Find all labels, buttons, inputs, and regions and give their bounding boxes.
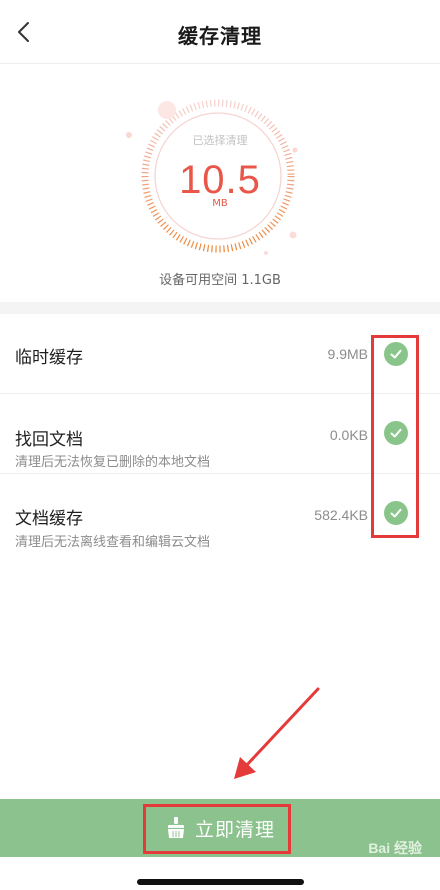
item-title: 临时缓存 — [15, 348, 83, 368]
check-icon — [390, 508, 402, 518]
item-title: 文档缓存 — [15, 509, 83, 529]
item-title: 找回文档 — [15, 430, 83, 450]
check-icon — [390, 349, 402, 359]
clean-now-label: 立即清理 — [194, 818, 275, 841]
item-description: 清理后无法离线查看和编辑云文档 — [15, 535, 211, 550]
broom-icon — [167, 817, 184, 838]
item-size: 9.9MB — [327, 346, 368, 362]
check-icon — [390, 428, 402, 438]
cache-clean-screen: 缓存清理 已选择清理 10.5 MB 设备可用空间 1.1GB 临时缓存 9.9… — [0, 0, 440, 890]
watermark-logo: Bai 经验 — [368, 840, 422, 856]
device-available-space: 设备可用空间 1.1GB — [159, 273, 281, 288]
storage-gauge: 已选择清理 10.5 MB 设备可用空间 1.1GB — [0, 64, 440, 302]
gauge-subtitle: 已选择清理 — [192, 134, 248, 147]
header-bar: 缓存清理 — [0, 0, 440, 64]
checkbox-checked[interactable] — [384, 421, 408, 445]
page-title: 缓存清理 — [178, 24, 262, 48]
selected-size-value: 10.5 — [179, 158, 261, 202]
home-indicator[interactable] — [137, 879, 304, 885]
item-description: 清理后无法恢复已删除的本地文档 — [15, 455, 211, 470]
list-item-recover-docs[interactable]: 找回文档 清理后无法恢复已删除的本地文档 0.0KB — [0, 394, 440, 474]
selected-size-unit: MB — [212, 198, 228, 209]
list-item-doc-cache[interactable]: 文档缓存 清理后无法离线查看和编辑云文档 582.4KB — [0, 474, 440, 554]
checkbox-checked[interactable] — [384, 342, 408, 366]
checkbox-checked[interactable] — [384, 501, 408, 525]
list-item-temp-cache[interactable]: 临时缓存 9.9MB — [0, 314, 440, 394]
item-size: 0.0KB — [329, 427, 368, 443]
item-size: 582.4KB — [314, 507, 368, 523]
clean-now-content: 立即清理 — [165, 815, 275, 842]
section-divider — [0, 302, 440, 314]
cache-item-list: 临时缓存 9.9MB 找回文档 清理后无法恢复已删除的本地文档 0.0KB 文档… — [0, 314, 440, 554]
